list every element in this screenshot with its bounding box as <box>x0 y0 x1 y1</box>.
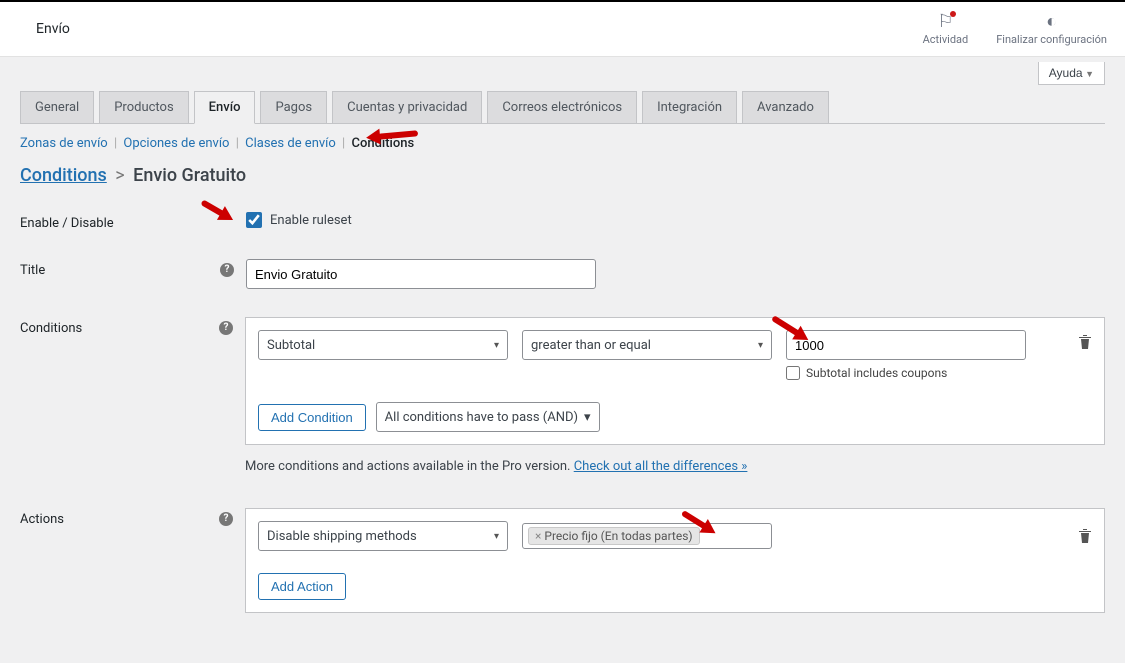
finish-setup-label: Finalizar configuración <box>996 33 1107 46</box>
shipping-subtabs: Zonas de envío | Opciones de envío | Cla… <box>20 124 1105 161</box>
actions-panel: Disable shipping methods ▾ × Precio fijo… <box>245 508 1105 613</box>
title-label: Title <box>20 259 220 278</box>
subtotal-includes-coupons-checkbox[interactable] <box>786 366 800 380</box>
pro-version-note: More conditions and actions available in… <box>245 445 1105 480</box>
chevron-down-icon: ▾ <box>758 340 763 351</box>
chevron-down-icon: ▾ <box>494 340 499 351</box>
breadcrumb-root[interactable]: Conditions <box>20 165 107 186</box>
subtotal-includes-coupons-label: Subtotal includes coupons <box>806 366 947 380</box>
tab-correos[interactable]: Correos electrónicos <box>487 91 637 124</box>
conditions-label: Conditions <box>20 317 219 336</box>
add-action-button[interactable]: Add Action <box>258 573 346 600</box>
help-dropdown[interactable]: Ayuda <box>1038 62 1105 85</box>
finish-setup-button[interactable]: ◐ Finalizar configuración <box>996 13 1107 46</box>
help-icon[interactable]: ? <box>219 512 233 526</box>
activity-button[interactable]: ⚐ Actividad <box>923 13 969 46</box>
trash-icon <box>1078 528 1092 544</box>
circle-half-icon: ◐ <box>1046 13 1057 31</box>
activity-label: Actividad <box>923 33 969 46</box>
trash-icon <box>1078 334 1092 350</box>
tab-envio[interactable]: Envío <box>194 91 256 124</box>
subtab-zonas[interactable]: Zonas de envío <box>20 136 108 151</box>
subtab-opciones[interactable]: Opciones de envío <box>123 136 229 151</box>
pro-version-link[interactable]: Check out all the differences » <box>574 459 748 474</box>
subtab-clases[interactable]: Clases de envío <box>245 136 336 151</box>
remove-tag-button[interactable]: × <box>535 529 541 543</box>
tab-general[interactable]: General <box>20 91 94 124</box>
main-tabs: General Productos Envío Pagos Cuentas y … <box>20 91 1105 124</box>
help-icon[interactable]: ? <box>220 263 234 277</box>
breadcrumb-current: Envio Gratuito <box>133 165 246 186</box>
tab-pagos[interactable]: Pagos <box>260 91 327 124</box>
enable-ruleset-label: Enable ruleset <box>270 213 352 228</box>
header-actions: ⚐ Actividad ◐ Finalizar configuración <box>923 13 1107 46</box>
action-type-select[interactable]: Disable shipping methods ▾ <box>258 521 508 551</box>
enable-ruleset-checkbox[interactable] <box>246 212 262 228</box>
tab-integracion[interactable]: Integración <box>642 91 737 124</box>
delete-condition-button[interactable] <box>1078 330 1092 354</box>
add-condition-button[interactable]: Add Condition <box>258 404 366 431</box>
actions-label: Actions <box>20 508 219 527</box>
condition-logic-select[interactable]: All conditions have to pass (AND) ▾ <box>376 402 600 432</box>
conditions-panel: Subtotal ▾ greater than or equal ▾ Subto… <box>245 317 1105 445</box>
top-header: Envío ⚐ Actividad ◐ Finalizar configurac… <box>0 2 1125 57</box>
page-title: Envío <box>36 21 70 37</box>
enable-label: Enable / Disable <box>20 212 220 231</box>
tab-avanzado[interactable]: Avanzado <box>742 91 829 124</box>
breadcrumb: Conditions > Envio Gratuito <box>20 161 1105 198</box>
flag-icon: ⚐ <box>937 13 953 31</box>
shipping-methods-multiselect[interactable]: × Precio fijo (En todas partes) <box>522 523 772 549</box>
title-input[interactable] <box>246 259 596 289</box>
tab-cuentas[interactable]: Cuentas y privacidad <box>332 91 482 124</box>
chevron-down-icon: ▾ <box>584 410 591 425</box>
condition-value-input[interactable] <box>786 330 1026 360</box>
condition-field-select[interactable]: Subtotal ▾ <box>258 330 508 360</box>
chevron-down-icon: ▾ <box>494 531 499 542</box>
shipping-method-tag: × Precio fijo (En todas partes) <box>528 527 700 545</box>
tab-productos[interactable]: Productos <box>99 91 188 124</box>
subtab-conditions[interactable]: Conditions <box>351 136 414 151</box>
condition-operator-select[interactable]: greater than or equal ▾ <box>522 330 772 360</box>
delete-action-button[interactable] <box>1078 524 1092 548</box>
help-icon[interactable]: ? <box>219 321 233 335</box>
